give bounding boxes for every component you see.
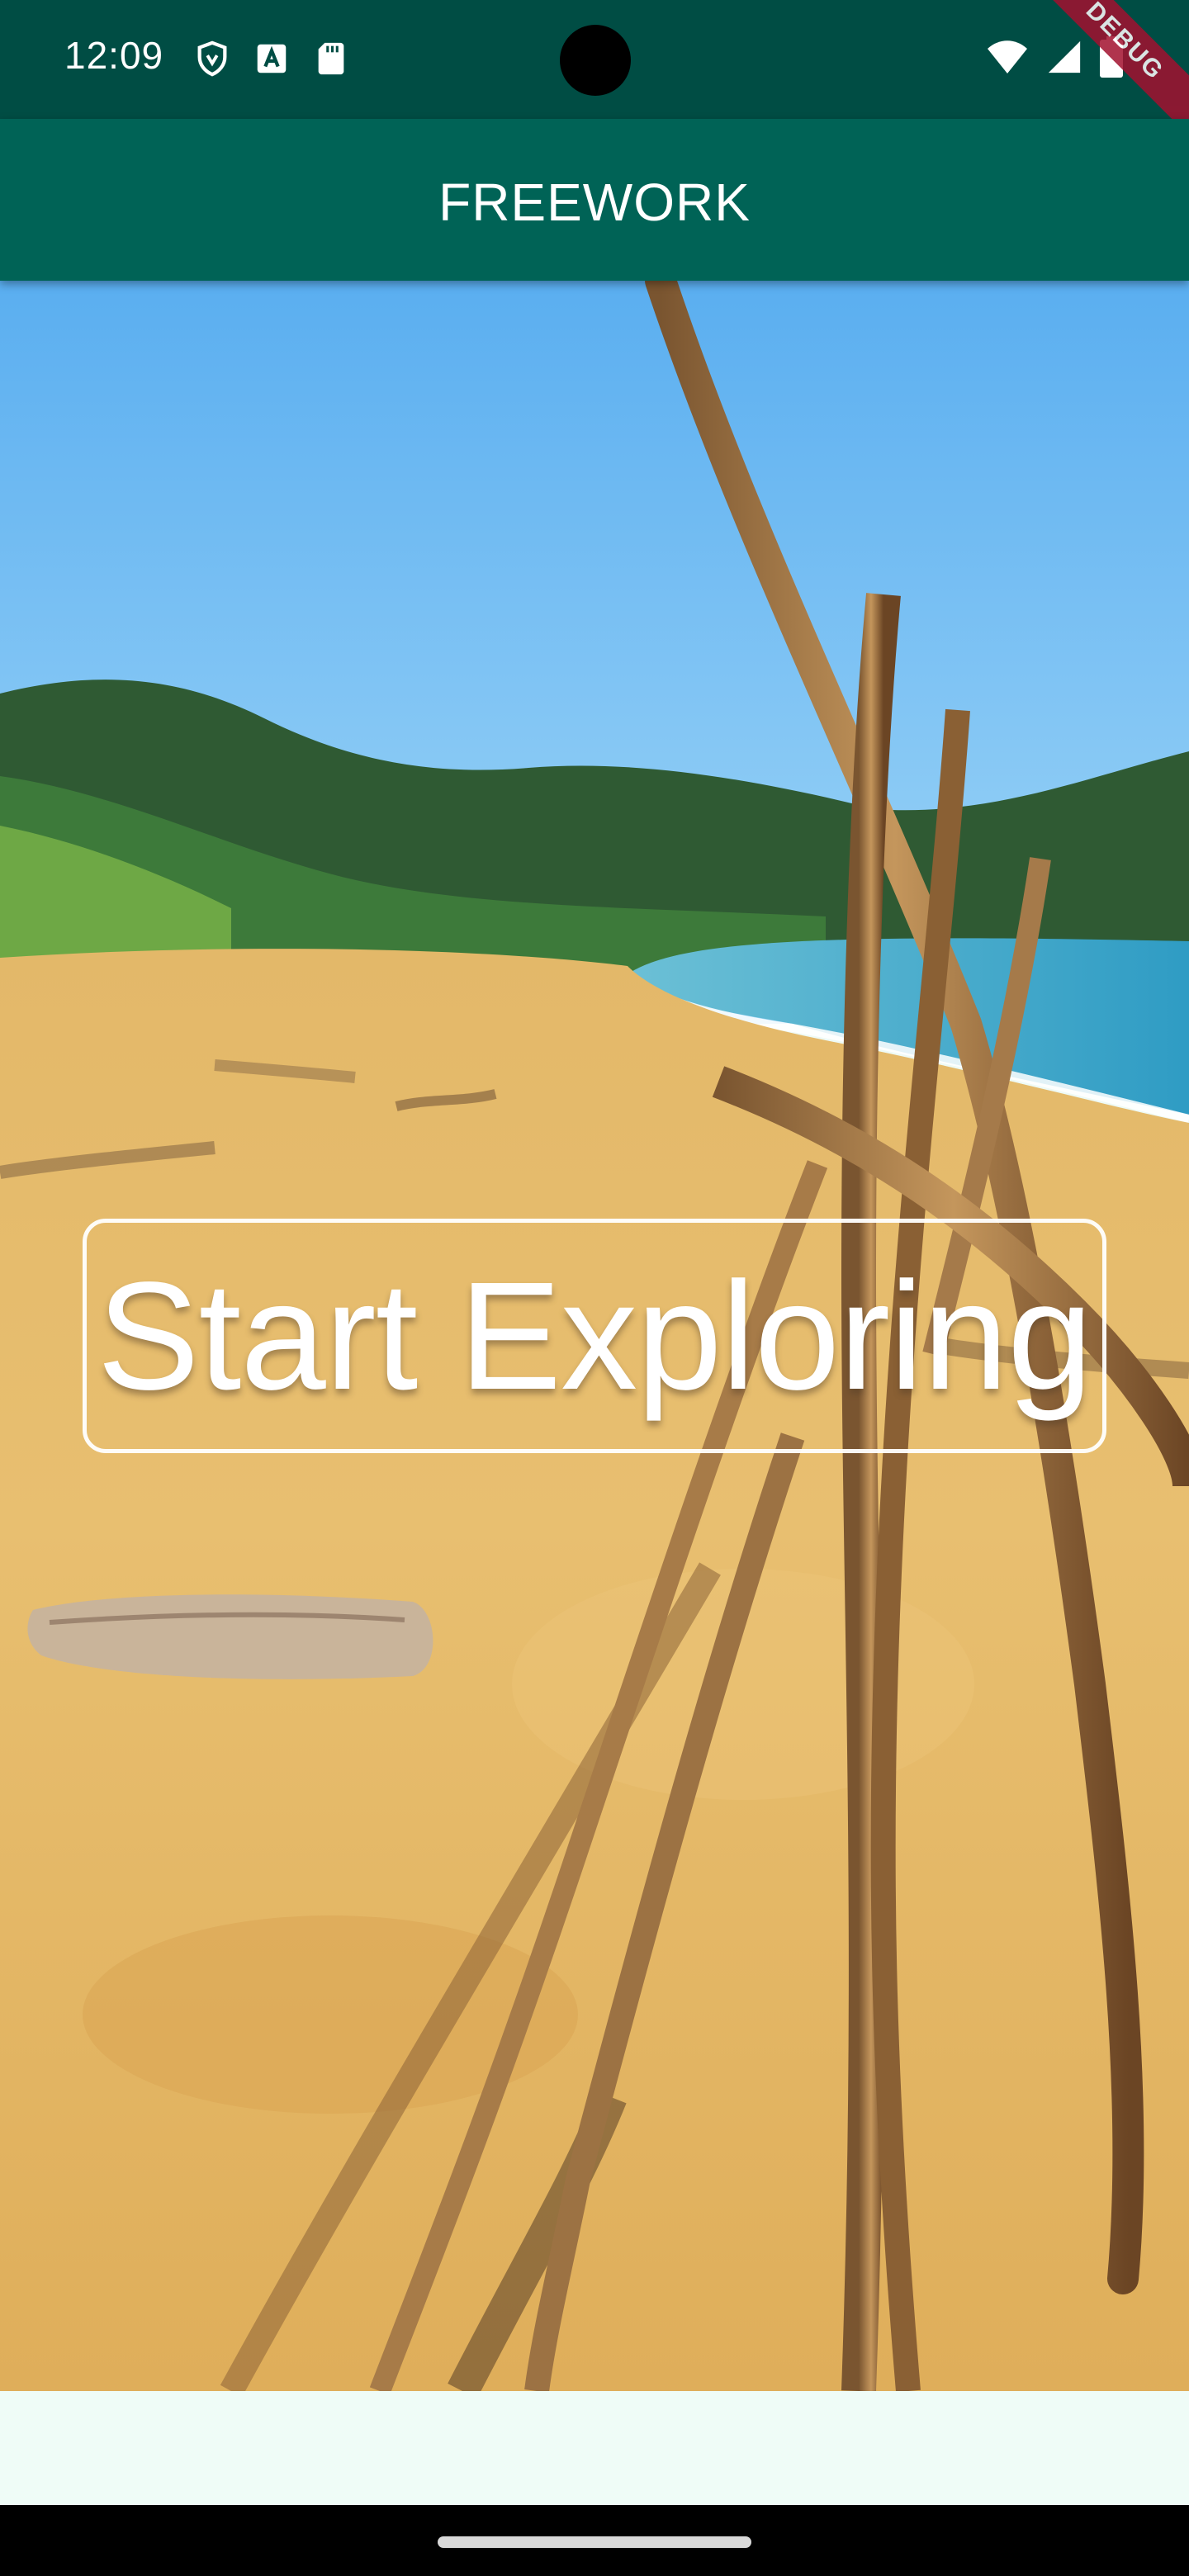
wifi-icon	[986, 39, 1029, 79]
bottom-area	[0, 2391, 1189, 2505]
home-gesture-handle[interactable]	[438, 2536, 751, 2548]
app-title: FREEWORK	[438, 173, 751, 232]
sd-card-icon	[312, 40, 350, 78]
screen: 12:09 DEBUG FREEWORK Start Exploring	[0, 0, 1189, 2576]
start-exploring-label: Start Exploring	[97, 1250, 1093, 1422]
vpn-shield-icon	[193, 40, 231, 78]
start-exploring-button[interactable]: Start Exploring	[83, 1219, 1106, 1453]
text-a-icon	[253, 40, 291, 78]
status-time: 12:09	[64, 34, 164, 77]
app-bar: FREEWORK	[0, 119, 1189, 281]
camera-cutout	[560, 25, 631, 96]
system-navigation-bar	[0, 2505, 1189, 2576]
status-bar: 12:09 DEBUG	[0, 0, 1189, 139]
status-left-icons	[193, 40, 350, 78]
signal-icon	[1045, 38, 1083, 80]
hero-background: Start Exploring	[0, 281, 1189, 2391]
